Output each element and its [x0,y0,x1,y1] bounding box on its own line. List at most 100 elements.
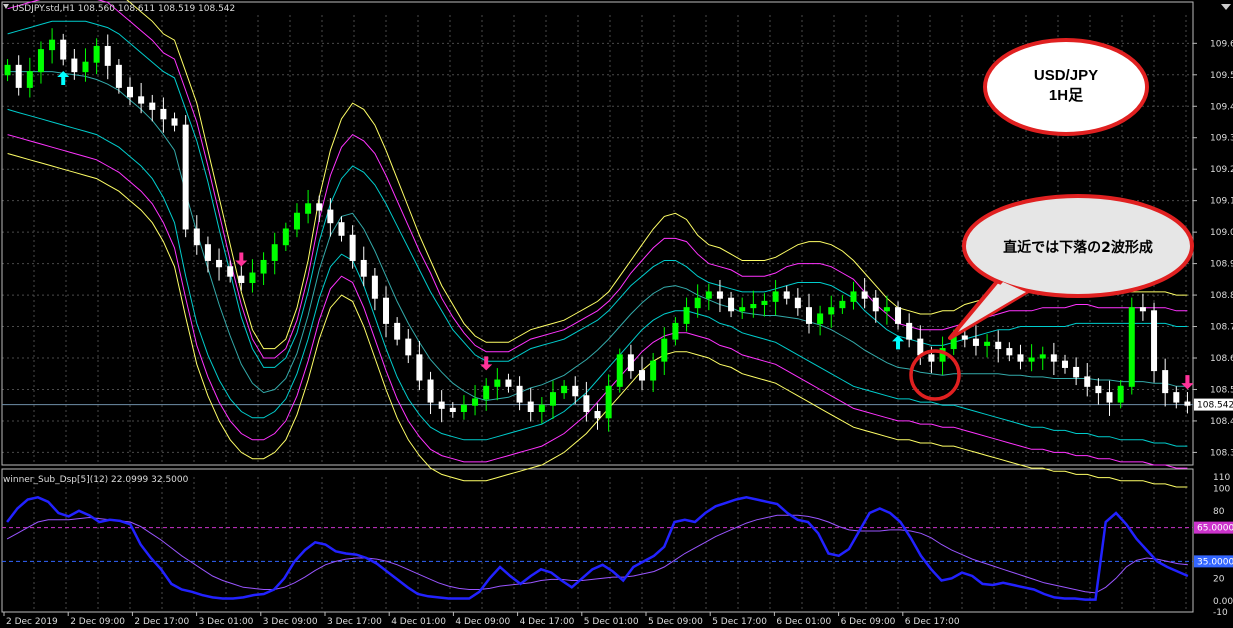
candle [182,115,189,238]
candle-body [483,385,490,400]
price-tick-label: 108.390 [1210,448,1233,458]
time-tick-label: 6 Dec 09:00 [841,617,896,627]
candle-body [805,307,812,324]
oscillator-tick-label: 110 [1213,473,1230,483]
time-tick-label: 4 Dec 01:00 [391,617,446,627]
candle-body [216,259,223,268]
candle-body [327,209,334,224]
title-bubble-line1: USD/JPY [1034,67,1098,84]
candle-body [917,338,924,356]
candle-body [783,291,790,299]
candle-body [1095,385,1102,394]
symbol-header: USDJPY.std,H1 108.560 108.611 108.519 10… [12,4,235,14]
candle-body [360,259,367,277]
candle-body [1061,360,1068,368]
note-bubble-text: 直近では下落の2波形成 [1003,239,1153,256]
candle-body [149,102,156,110]
candle-body [928,354,935,362]
price-tick-label: 109.290 [1210,165,1233,175]
candle-body [1050,354,1057,362]
price-tick-label: 108.890 [1210,291,1233,301]
time-tick-label: 2 Dec 2019 [6,617,58,627]
title-bubble-line2: 1H足 [1049,87,1084,104]
candle-body [260,259,267,274]
candle-body [82,61,89,73]
candle-body [305,203,312,214]
candle-body [817,313,824,324]
candle [1151,302,1158,383]
candle-body [1073,366,1080,378]
oscillator-tick-label: -10 [1213,608,1228,618]
candle-body [293,212,300,230]
candle-body [750,304,757,309]
price-tick-label: 108.790 [1210,323,1233,333]
candle-body [1139,307,1146,312]
candle-body [828,307,835,315]
candle-body [1128,307,1135,387]
candle-body [238,275,245,283]
candle-body [1106,392,1113,403]
price-tick-label: 108.690 [1210,354,1233,364]
candle-body [494,379,501,387]
candle-body [650,360,657,381]
candle-body [282,228,289,246]
candle-body [472,398,479,406]
price-tick-label: 109.690 [1210,39,1233,49]
window-title-bar: USDJPY.std,H1 108.560 108.611 108.519 10… [3,4,235,14]
candle-body [1017,354,1024,362]
candle-body [427,379,434,403]
candle-body [371,275,378,299]
candle-body [60,39,67,60]
candle-body [26,71,33,88]
candle-body [861,291,868,299]
candle-body [516,385,523,403]
candle-body [716,291,723,299]
candle-body [316,203,323,211]
current-price-label: 108.542 [1197,401,1233,411]
candle [1128,297,1135,395]
candle-body [839,300,846,309]
candle-body [538,404,545,413]
candle-body [661,338,668,362]
candle-body [505,379,512,387]
candle-body [672,322,679,340]
candle-body [405,338,412,356]
time-tick-label: 2 Dec 17:00 [134,617,189,627]
price-tick-label: 108.990 [1210,260,1233,270]
time-tick-label: 5 Dec 01:00 [584,617,639,627]
candle-body [115,64,122,88]
title-bubble: USD/JPY 1H足 [983,38,1149,136]
price-tick-label: 108.590 [1210,385,1233,395]
oscillator-tick-label: 100 [1213,484,1230,494]
candle-body [639,370,646,381]
candle-body [349,234,356,261]
time-tick-label: 5 Dec 17:00 [712,617,767,627]
candle-body [93,45,100,63]
time-tick-label: 3 Dec 09:00 [263,617,318,627]
chart-window: 109.690 109.590 109.490 109.390 109.290 109.1… [0,0,1233,628]
candle-body [1173,392,1180,403]
time-tick-label: 5 Dec 09:00 [648,617,703,627]
time-tick-label: 4 Dec 09:00 [455,617,510,627]
candle-body [171,118,178,126]
candle-body [616,354,623,387]
price-tick-label: 109.390 [1210,134,1233,144]
candle-body [193,228,200,246]
candle-body [249,272,256,283]
candle-body [883,307,890,312]
candle-body [37,49,44,73]
candle-body [984,341,991,346]
price-tick-label: 108.490 [1210,417,1233,427]
candle-body [794,297,801,309]
candle-body [572,385,579,397]
time-tick-label: 4 Dec 17:00 [520,617,575,627]
time-tick-label: 3 Dec 01:00 [199,617,254,627]
candle-body [561,385,568,394]
candle-body [1028,357,1035,362]
candle [616,348,623,393]
candle-body [49,39,56,51]
candle-body [972,338,979,346]
candle-body [850,291,857,302]
candle-body [1006,348,1013,356]
candle-body [694,297,701,309]
